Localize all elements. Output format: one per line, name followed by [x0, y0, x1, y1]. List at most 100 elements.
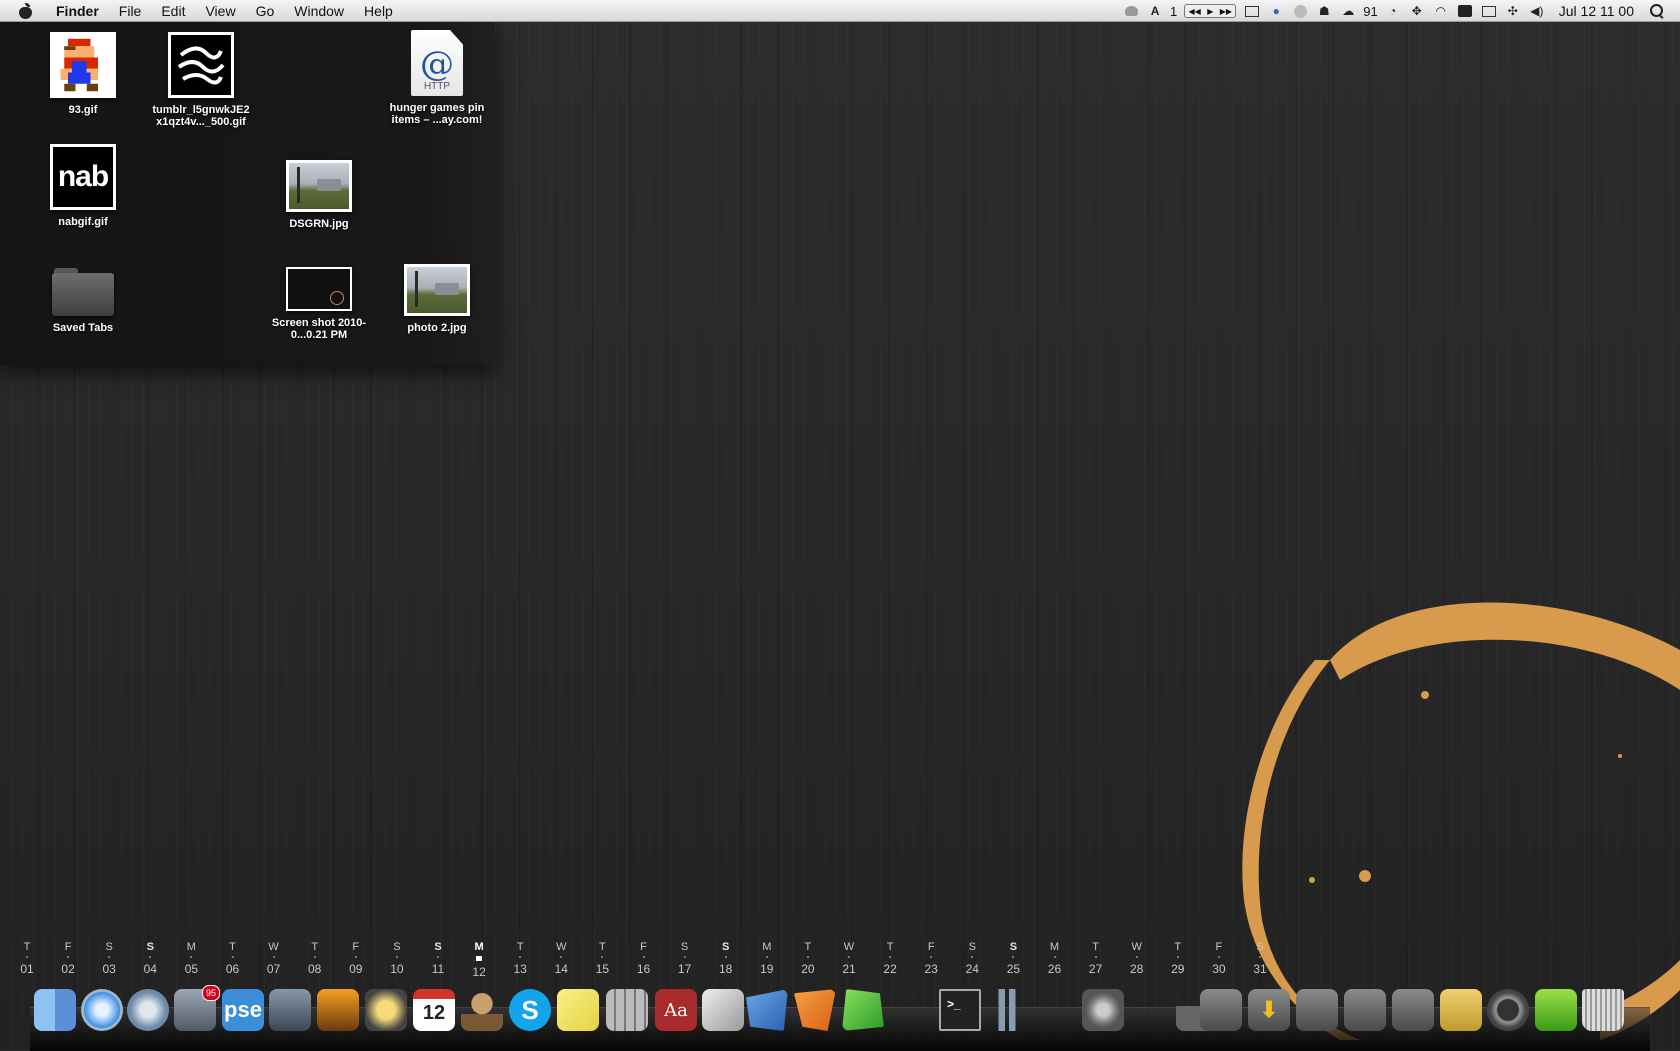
volume-icon[interactable]: ◀) [1529, 4, 1545, 18]
itunes-icon[interactable] [127, 989, 169, 1031]
calendar-day-marker [26, 956, 28, 958]
preview-icon[interactable] [269, 989, 311, 1031]
menu-edit[interactable]: Edit [151, 0, 195, 22]
bluetooth-icon[interactable]: ✣ [1505, 4, 1521, 18]
ghost-icon[interactable]: ☗ [1316, 4, 1332, 18]
stickies-icon[interactable] [557, 989, 599, 1031]
menu-view[interactable]: View [195, 0, 245, 22]
calendar-date: 17 [677, 962, 692, 976]
menu-window[interactable]: Window [284, 0, 354, 22]
calendar-weekday: S [968, 941, 976, 953]
calendar-date: 29 [1171, 962, 1185, 976]
yellow-folder-icon[interactable] [1440, 989, 1482, 1031]
paw-icon[interactable]: ✥ [1409, 4, 1425, 18]
calendar-day-marker [930, 956, 933, 958]
headphones-icon[interactable] [1487, 989, 1529, 1031]
iphoto-icon[interactable] [317, 989, 359, 1031]
calendar-day-marker [560, 956, 563, 958]
desktop-icon-dsgrn-jpg[interactable]: DSGRN.jpg [259, 152, 379, 230]
calendar-day: T 06 [213, 940, 253, 976]
input-menu-icon[interactable] [1457, 4, 1473, 18]
calendar-date: 04 [143, 962, 157, 976]
calendar-date: 14 [554, 962, 568, 976]
imovie-star-icon[interactable] [365, 989, 407, 1031]
media-controls[interactable]: ◀◀ ▶ ▶▶ [1184, 4, 1237, 18]
calendar-weekday: T [599, 941, 606, 953]
desktop-icon-nabgif[interactable]: nab nabgif.gif [23, 144, 143, 228]
calendar-date: 13 [513, 962, 527, 976]
wifi-icon[interactable]: ◠ [1433, 4, 1449, 18]
twitter-bird-icon[interactable]: ● [1268, 4, 1284, 18]
finder-icon[interactable] [34, 989, 76, 1031]
spaces-icon[interactable] [986, 989, 1028, 1031]
desktop-icon-tumblr-gif[interactable]: tumblr_l5gnwkJE2 x1qzt4v..._500.gif [141, 32, 261, 128]
calendar-day-marker [519, 956, 522, 958]
word-icon[interactable] [746, 989, 788, 1031]
calendar-day: S 11 [418, 940, 458, 976]
dictionary-icon[interactable]: Aa [655, 989, 697, 1031]
ical-icon[interactable]: 12 [413, 989, 455, 1031]
tumblr-gif-thumbnail [168, 32, 234, 98]
mail-icon[interactable] [1244, 4, 1260, 18]
calendar-day-marker [476, 956, 483, 961]
green-utility-icon[interactable] [1535, 989, 1577, 1031]
desktop-icon-hunger-games-webloc[interactable]: @ HTTP hunger games pin items – ...ay.co… [377, 30, 497, 126]
calendar-weekday: M [186, 941, 196, 953]
calendar-weekday: S [680, 941, 689, 953]
calendar-day-marker [1053, 956, 1056, 958]
display-menu-icon[interactable] [1481, 4, 1497, 18]
desktop-icon-93-gif[interactable]: 93.gif [23, 32, 143, 116]
safari-icon[interactable] [81, 989, 123, 1031]
desktop-icon-screen-shot[interactable]: Screen shot 2010-0...0.21 PM [259, 267, 379, 341]
downloads-folder-icon[interactable]: ⬇ [1248, 989, 1290, 1031]
menu-help[interactable]: Help [354, 0, 403, 22]
calendar-day-marker [971, 956, 974, 958]
previous-track-icon[interactable]: ◀◀ [1188, 7, 1200, 16]
spotlight-search-icon[interactable] [1650, 4, 1664, 18]
calendar-day: T 27 [1076, 940, 1116, 976]
dictionary-label: Aa [664, 999, 688, 1021]
time-machine-icon[interactable]: ◔ [1385, 4, 1401, 18]
menu-go[interactable]: Go [246, 0, 285, 22]
excel-icon[interactable] [842, 989, 884, 1031]
chess-icon[interactable] [461, 989, 503, 1031]
desktop-icon-photo-2-jpg[interactable]: photo 2.jpg [377, 262, 497, 334]
menu-file[interactable]: File [109, 0, 152, 22]
calendar-day: S 04 [130, 940, 170, 976]
mail-icon[interactable]: 95 [174, 985, 220, 1031]
desktop-icon-saved-tabs-folder[interactable]: Saved Tabs [23, 262, 143, 334]
adobe-updater-icon[interactable]: A [1147, 4, 1163, 18]
calendar-day-marker [313, 956, 316, 958]
status-circle-icon[interactable] [1292, 4, 1308, 18]
calendar-weekday: T [804, 941, 812, 953]
calendar-day: T 01 [7, 940, 47, 976]
next-track-icon[interactable]: ▶▶ [1220, 7, 1232, 16]
skype-icon[interactable]: S [509, 989, 551, 1031]
calendar-day: S 10 [377, 940, 417, 976]
calendar-weekday: W [268, 941, 279, 953]
apple-menu-icon[interactable] [18, 2, 34, 20]
calendar-date: 15 [595, 962, 610, 976]
calculator-icon[interactable] [606, 989, 648, 1031]
calendar-weekday: T [23, 941, 31, 953]
calendar-date: 31 [1253, 962, 1267, 976]
utilities-folder-icon[interactable] [1392, 989, 1434, 1031]
growl-icon[interactable] [1123, 4, 1139, 18]
terminal-icon[interactable]: >_ [939, 989, 981, 1031]
system-preferences-icon[interactable] [1082, 989, 1124, 1031]
calendar-weekday: W [843, 941, 855, 953]
menu-app-finder[interactable]: Finder [46, 0, 109, 22]
pictures-folder-icon[interactable] [1344, 989, 1386, 1031]
applications-folder-icon[interactable] [1200, 989, 1242, 1031]
play-icon[interactable]: ▶ [1207, 7, 1213, 16]
calendar-weekday: F [1215, 941, 1223, 953]
menu-clock[interactable]: Jul 12 11 00 [1559, 3, 1634, 19]
documents-folder-icon[interactable] [1296, 989, 1338, 1031]
trash-icon[interactable] [1582, 989, 1624, 1031]
weather-cloud-icon[interactable]: ☁ [1340, 4, 1356, 18]
adobe-update-count: 1 [1170, 3, 1178, 19]
calendar-weekday: M [762, 941, 772, 953]
photoshop-elements-icon[interactable]: pse [222, 989, 264, 1031]
textedit-icon[interactable] [702, 989, 744, 1031]
calendar-day: F 09 [336, 940, 376, 976]
